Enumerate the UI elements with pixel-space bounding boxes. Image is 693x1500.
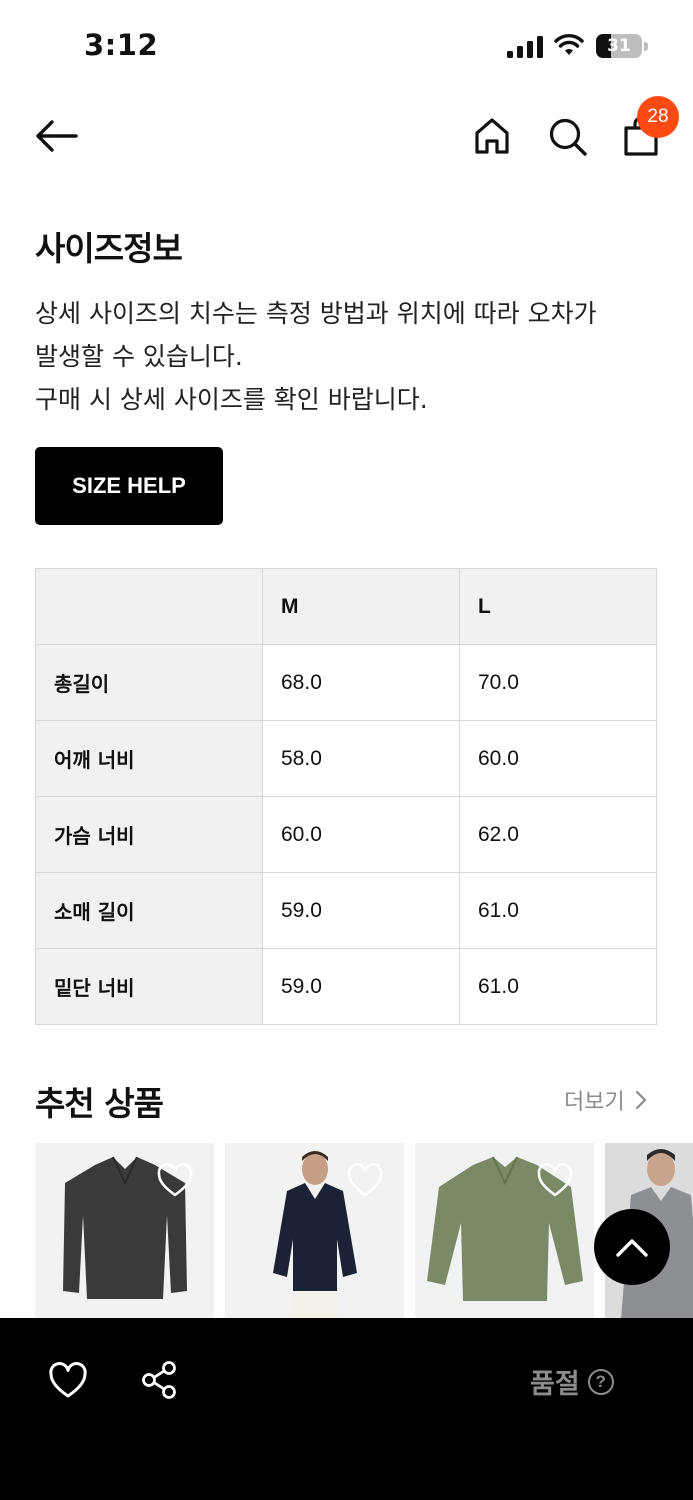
heart-icon[interactable] bbox=[48, 1362, 88, 1400]
description-line: 구매 시 상세 사이즈를 확인 바랍니다. bbox=[35, 385, 428, 414]
sold-out-label: 품절 bbox=[530, 1369, 580, 1400]
battery-level: 31 bbox=[607, 36, 631, 56]
product-card[interactable] bbox=[35, 1143, 214, 1319]
more-link[interactable]: 더보기 bbox=[564, 1084, 647, 1116]
size-column-l: L bbox=[459, 568, 657, 645]
size-value: 59.0 bbox=[262, 872, 460, 949]
row-label: 가슴 너비 bbox=[35, 796, 263, 873]
battery-indicator: 31 bbox=[596, 34, 642, 58]
size-value: 58.0 bbox=[262, 720, 460, 797]
share-icon[interactable] bbox=[140, 1360, 178, 1400]
recommended-products bbox=[35, 1143, 693, 1319]
table-row: 어깨 너비 58.0 60.0 bbox=[35, 720, 657, 797]
description-line: 상세 사이즈의 치수는 측정 방법과 위치에 따라 오차가 bbox=[35, 299, 597, 328]
size-info-description: 상세 사이즈의 치수는 측정 방법과 위치에 따라 오차가 발생할 수 있습니다… bbox=[35, 292, 665, 421]
home-icon[interactable] bbox=[470, 114, 514, 158]
row-label: 밑단 너비 bbox=[35, 948, 263, 1025]
status-time: 3:12 bbox=[84, 28, 159, 62]
size-value: 60.0 bbox=[262, 796, 460, 873]
row-label: 총길이 bbox=[35, 644, 263, 721]
bottom-action-bar: 품절 ? bbox=[0, 1318, 693, 1500]
size-value: 60.0 bbox=[459, 720, 657, 797]
size-table-header-row: M L bbox=[35, 568, 657, 645]
table-row: 가슴 너비 60.0 62.0 bbox=[35, 796, 657, 873]
back-arrow-icon[interactable] bbox=[32, 116, 80, 156]
table-row: 총길이 68.0 70.0 bbox=[35, 644, 657, 721]
size-table-corner-cell bbox=[35, 568, 263, 645]
chevron-up-icon bbox=[616, 1239, 648, 1257]
size-value: 61.0 bbox=[459, 872, 657, 949]
search-icon[interactable] bbox=[545, 114, 589, 158]
size-table: M L 총길이 68.0 70.0 어깨 너비 58.0 60.0 가슴 너비 … bbox=[35, 568, 657, 1025]
product-card[interactable] bbox=[225, 1143, 404, 1319]
battery-tip bbox=[644, 42, 648, 51]
wifi-icon bbox=[554, 34, 584, 55]
size-help-button[interactable]: SIZE HELP bbox=[35, 447, 223, 525]
wishlist-heart-icon[interactable] bbox=[156, 1163, 194, 1199]
help-icon[interactable]: ? bbox=[587, 1368, 614, 1395]
cart-count-badge: 28 bbox=[637, 96, 679, 138]
product-card[interactable] bbox=[415, 1143, 594, 1319]
recommended-title: 추천 상품 bbox=[35, 1084, 164, 1123]
table-row: 밑단 너비 59.0 61.0 bbox=[35, 948, 657, 1025]
wishlist-heart-icon[interactable] bbox=[536, 1163, 574, 1199]
size-value: 68.0 bbox=[262, 644, 460, 721]
wishlist-heart-icon[interactable] bbox=[346, 1163, 384, 1199]
more-label: 더보기 bbox=[564, 1090, 625, 1115]
row-label: 어깨 너비 bbox=[35, 720, 263, 797]
size-value: 62.0 bbox=[459, 796, 657, 873]
description-line: 발생할 수 있습니다. bbox=[35, 342, 243, 371]
size-info-title: 사이즈정보 bbox=[35, 229, 183, 268]
row-label: 소매 길이 bbox=[35, 872, 263, 949]
size-value: 70.0 bbox=[459, 644, 657, 721]
size-column-m: M bbox=[262, 568, 460, 645]
size-value: 59.0 bbox=[262, 948, 460, 1025]
size-value: 61.0 bbox=[459, 948, 657, 1025]
chevron-right-icon bbox=[635, 1090, 646, 1110]
scroll-to-top-button[interactable] bbox=[594, 1209, 670, 1285]
cellular-signal-icon bbox=[507, 36, 543, 58]
sold-out-status: 품절 ? bbox=[530, 1362, 614, 1401]
status-bar: 3:12 31 bbox=[0, 0, 693, 90]
table-row: 소매 길이 59.0 61.0 bbox=[35, 872, 657, 949]
